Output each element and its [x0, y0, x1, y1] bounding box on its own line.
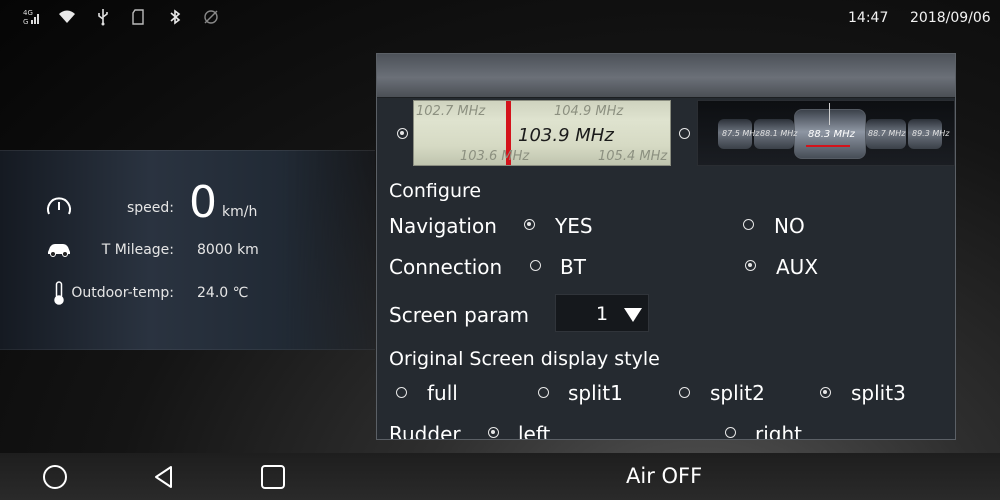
- navigation-yes-radio[interactable]: [524, 219, 535, 230]
- back-triangle-icon[interactable]: [150, 463, 178, 491]
- display-style-label: Original Screen display style: [389, 348, 660, 370]
- tuner1-freq-top-right: 104.9 MHz: [554, 104, 624, 119]
- display-style-split1-radio[interactable]: [538, 387, 549, 398]
- rudder-right-radio[interactable]: [725, 427, 736, 438]
- signal-4g-icon: 4G G: [20, 6, 42, 28]
- temp-value: 24.0 ℃: [197, 285, 249, 301]
- status-bar: 4G G 14:47 2018/09/06: [0, 0, 1000, 36]
- tuner2-red-line: [806, 145, 850, 147]
- usb-icon: [92, 6, 114, 28]
- tuner-style1-preview[interactable]: 102.7 MHz 104.9 MHz 103.9 MHz 103.6 MHz …: [413, 100, 671, 166]
- temp-label: Outdoor-temp:: [71, 285, 174, 301]
- tuner1-freq-bottom-right: 105.4 MHz: [598, 149, 668, 164]
- dialog-header: [377, 54, 955, 98]
- tuner1-freq-main: 103.9 MHz: [518, 125, 614, 146]
- tuner2-freq-right: 88.7 MHz: [868, 129, 906, 138]
- navigation-label: Navigation: [389, 214, 497, 238]
- tuner-style2-radio[interactable]: [679, 128, 690, 139]
- home-circle-icon[interactable]: [41, 463, 69, 491]
- display-style-full-label[interactable]: full: [427, 381, 458, 405]
- tuner2-freq-right2: 89.3 MHz: [912, 129, 950, 138]
- dropdown-arrow-icon: [624, 308, 642, 322]
- tuner1-freq-bottom-left: 103.6 MHz: [460, 149, 530, 164]
- rudder-left-radio[interactable]: [488, 427, 499, 438]
- display-style-full-radio[interactable]: [396, 387, 407, 398]
- speed-unit: km/h: [222, 204, 258, 220]
- recents-square-icon[interactable]: [259, 463, 287, 491]
- screen-param-dropdown[interactable]: 1: [555, 294, 649, 332]
- bluetooth-icon: [164, 6, 186, 28]
- display-style-split3-label[interactable]: split3: [851, 381, 906, 405]
- tuner2-indicator-line: [829, 103, 830, 125]
- speed-value: 0: [189, 177, 217, 228]
- wifi-icon: [56, 6, 78, 28]
- screen-param-value: 1: [596, 303, 609, 325]
- gps-off-icon: [200, 6, 222, 28]
- navigation-no-radio[interactable]: [743, 219, 754, 230]
- tuner2-freq-main: 88.3 MHz: [808, 129, 855, 140]
- sd-card-icon: [128, 6, 150, 28]
- network-type-label: 4G: [23, 9, 33, 17]
- connection-aux-radio[interactable]: [745, 260, 756, 271]
- connection-label: Connection: [389, 255, 503, 279]
- configure-title: Configure: [389, 180, 482, 202]
- config-dialog: 102.7 MHz 104.9 MHz 103.9 MHz 103.6 MHz …: [376, 53, 956, 440]
- connection-bt-label[interactable]: BT: [560, 255, 586, 279]
- navigation-yes-label[interactable]: YES: [555, 214, 593, 238]
- screen-param-label: Screen param: [389, 303, 530, 327]
- dialog-body[interactable]: 102.7 MHz 104.9 MHz 103.9 MHz 103.6 MHz …: [377, 98, 955, 439]
- rudder-right-label[interactable]: right: [755, 422, 802, 439]
- connection-aux-label[interactable]: AUX: [776, 255, 818, 279]
- svg-text:G: G: [23, 18, 28, 26]
- car-icon: [44, 234, 74, 264]
- rudder-label: Rudder: [389, 422, 461, 439]
- tuner2-freq-left2: 87.5 MHz: [722, 129, 760, 138]
- speedometer-icon: [44, 193, 74, 223]
- display-style-split1-label[interactable]: split1: [568, 381, 623, 405]
- status-time: 14:47: [848, 10, 889, 26]
- tuner2-freq-left: 88.1 MHz: [760, 129, 798, 138]
- rudder-left-label[interactable]: left: [518, 422, 550, 439]
- mileage-value: 8000 km: [197, 242, 259, 258]
- tuner1-freq-top-left: 102.7 MHz: [416, 104, 486, 119]
- air-status[interactable]: Air OFF: [626, 464, 702, 488]
- connection-bt-radio[interactable]: [530, 260, 541, 271]
- status-icons: 4G G: [20, 6, 222, 28]
- speed-label: speed:: [126, 200, 174, 216]
- mileage-label: T Mileage:: [101, 242, 174, 258]
- navigation-bar: Air OFF: [0, 453, 1000, 500]
- display-style-split2-label[interactable]: split2: [710, 381, 765, 405]
- status-date: 2018/09/06: [910, 10, 991, 26]
- tuner-style1-radio[interactable]: [397, 128, 408, 139]
- display-style-split2-radio[interactable]: [679, 387, 690, 398]
- display-style-split3-radio[interactable]: [820, 387, 831, 398]
- navigation-no-label[interactable]: NO: [774, 214, 805, 238]
- tuner-style2-preview[interactable]: 87.5 MHz 88.1 MHz 88.3 MHz 88.7 MHz 89.3…: [697, 100, 955, 166]
